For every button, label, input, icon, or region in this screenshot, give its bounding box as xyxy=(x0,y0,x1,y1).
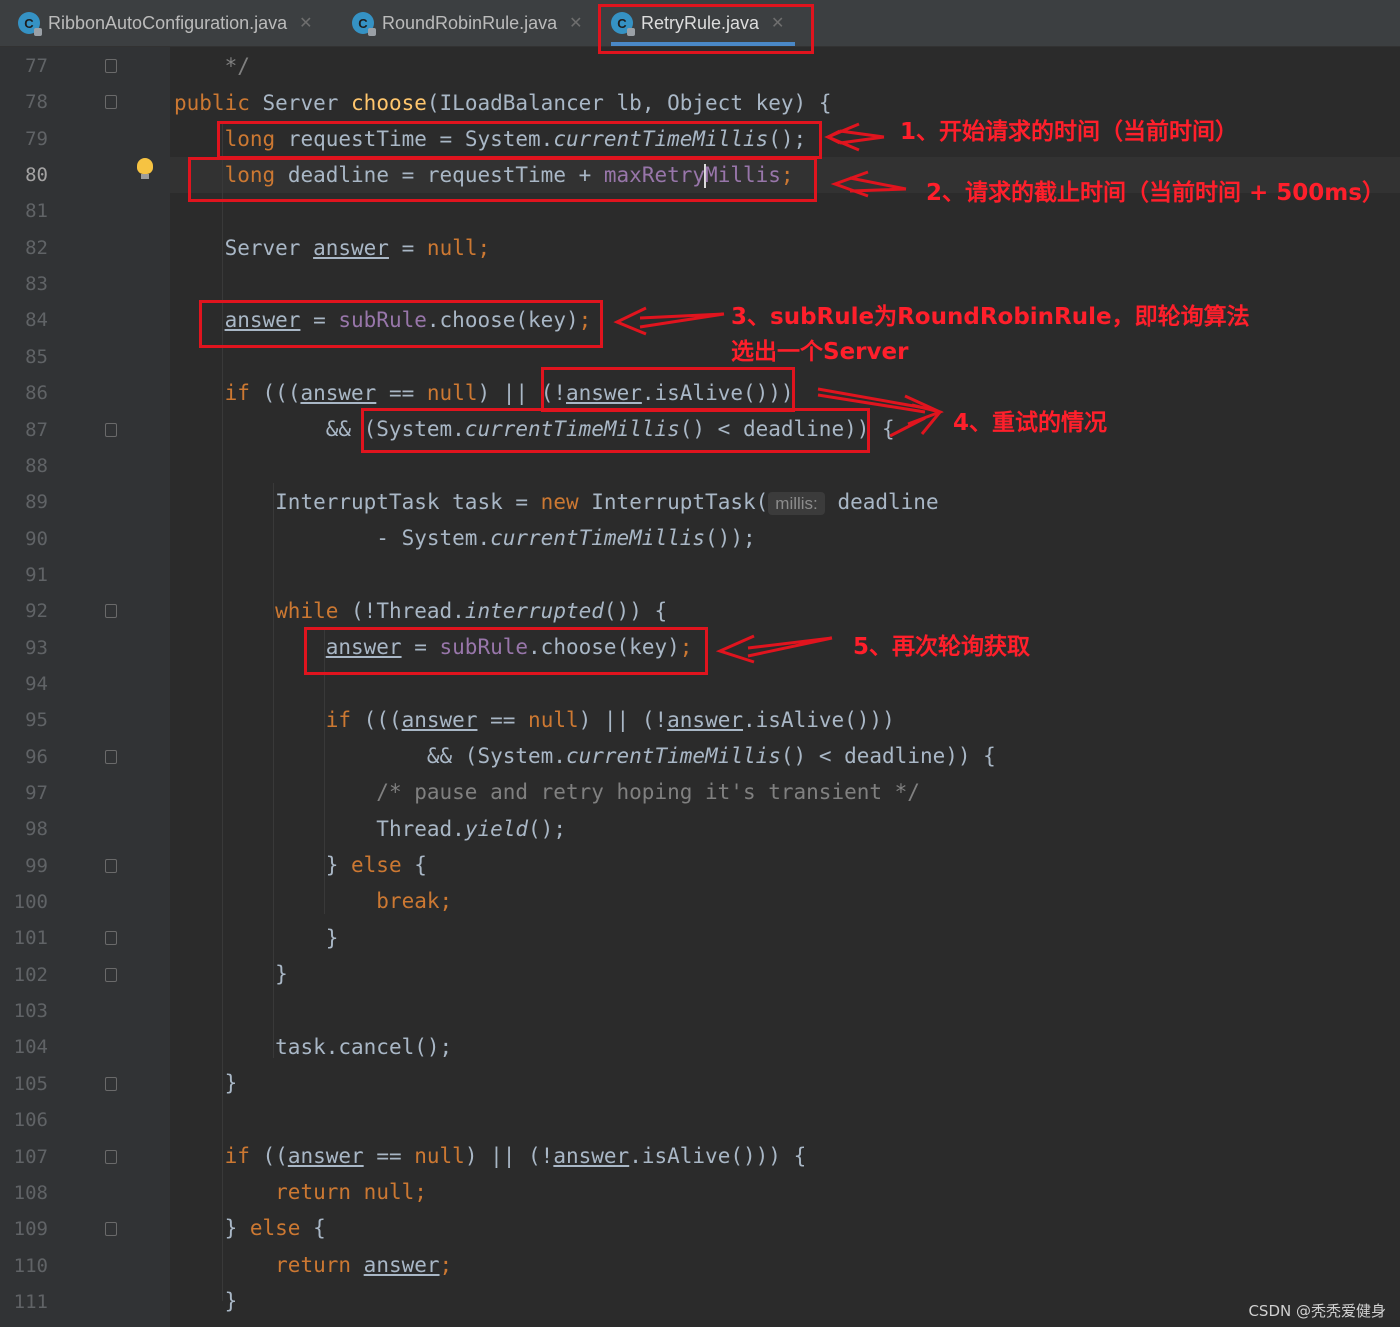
arrow-2 xyxy=(849,176,907,193)
watermark: CSDN @秃秃爱健身 xyxy=(1248,1302,1386,1320)
annotation-4: 4、重试的情况 xyxy=(953,410,1108,436)
annotation-5: 5、再次轮询获取 xyxy=(853,634,1031,660)
annotation-2: 2、请求的截止时间（当前时间 + 500ms） xyxy=(926,180,1385,206)
arrow-4b xyxy=(889,416,926,438)
annotation-3-line2: 选出一个Server xyxy=(731,339,909,365)
arrow-5 xyxy=(747,636,833,658)
arrow-1-head xyxy=(824,122,860,152)
arrow-3 xyxy=(639,312,725,329)
arrow-4a xyxy=(817,387,926,414)
annotation-3-line1: 3、subRule为RoundRobinRule，即轮询算法 xyxy=(731,304,1250,330)
arrow-3-head xyxy=(613,306,647,336)
annotation-1: 1、开始请求的时间（当前时间） xyxy=(900,119,1239,145)
